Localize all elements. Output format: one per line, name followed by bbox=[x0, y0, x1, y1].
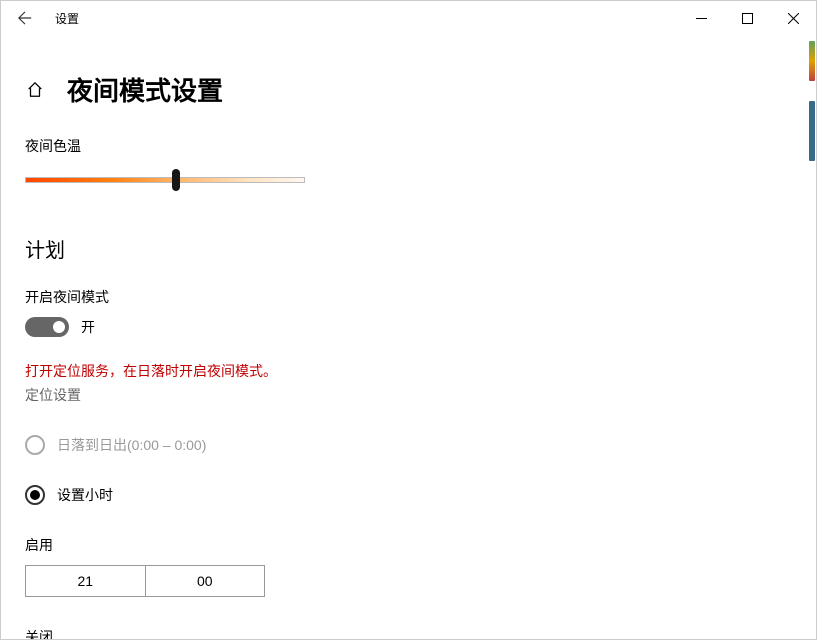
app-indicator-1 bbox=[809, 41, 815, 81]
color-temp-label: 夜间色温 bbox=[25, 136, 792, 156]
night-mode-toggle[interactable] bbox=[25, 317, 69, 337]
page-title: 夜间模式设置 bbox=[67, 71, 223, 108]
home-icon bbox=[26, 81, 44, 99]
toggle-knob bbox=[53, 321, 65, 333]
window-controls bbox=[678, 1, 816, 35]
radio-sunset-label: 日落到日出(0:00 – 0:00) bbox=[57, 435, 206, 455]
back-button[interactable] bbox=[1, 1, 49, 35]
toggle-state-label: 开 bbox=[81, 317, 95, 337]
radio-selected-dot bbox=[30, 490, 40, 500]
color-temp-slider[interactable] bbox=[25, 166, 305, 194]
back-arrow-icon bbox=[18, 11, 32, 25]
page-header: 夜间模式设置 bbox=[25, 71, 792, 108]
schedule-heading: 计划 bbox=[25, 234, 792, 263]
settings-window: 设置 夜间模式设置 夜间色温 计划 bbox=[0, 0, 817, 640]
content-area: 夜间模式设置 夜间色温 计划 开启夜间模式 开 打开定位服务，在日落时开启夜间模… bbox=[1, 35, 816, 639]
enable-time-label: 启用 bbox=[25, 535, 792, 555]
disable-time-label: 关闭 bbox=[25, 627, 792, 639]
night-mode-toggle-label: 开启夜间模式 bbox=[25, 287, 792, 307]
radio-sunset[interactable] bbox=[25, 435, 45, 455]
minimize-button[interactable] bbox=[678, 1, 724, 35]
maximize-button[interactable] bbox=[724, 1, 770, 35]
location-settings-link[interactable]: 定位设置 bbox=[25, 385, 81, 405]
enable-minute-input[interactable]: 00 bbox=[146, 566, 265, 596]
close-icon bbox=[788, 13, 799, 24]
location-warning: 打开定位服务，在日落时开启夜间模式。 bbox=[25, 361, 792, 381]
slider-track bbox=[25, 177, 305, 183]
maximize-icon bbox=[742, 13, 753, 24]
enable-time-picker[interactable]: 21 00 bbox=[25, 565, 265, 597]
home-button[interactable] bbox=[25, 80, 45, 100]
slider-thumb[interactable] bbox=[172, 169, 180, 191]
night-mode-toggle-row: 开 bbox=[25, 317, 792, 337]
radio-sunset-row[interactable]: 日落到日出(0:00 – 0:00) bbox=[25, 435, 792, 455]
radio-hours-label: 设置小时 bbox=[57, 485, 113, 505]
app-indicator-2 bbox=[809, 101, 815, 161]
minimize-icon bbox=[696, 13, 707, 24]
radio-hours[interactable] bbox=[25, 485, 45, 505]
title-bar: 设置 bbox=[1, 1, 816, 35]
window-title: 设置 bbox=[55, 10, 79, 27]
close-button[interactable] bbox=[770, 1, 816, 35]
enable-hour-input[interactable]: 21 bbox=[26, 566, 146, 596]
radio-hours-row[interactable]: 设置小时 bbox=[25, 485, 792, 505]
